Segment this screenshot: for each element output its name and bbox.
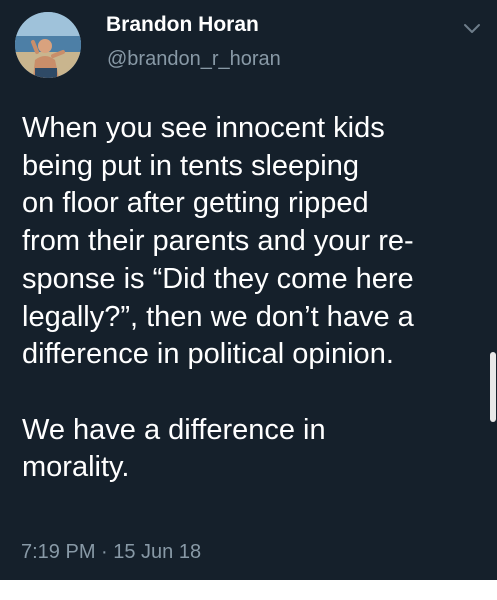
tweet-text-line: from their parents and your re- (22, 225, 414, 258)
tweet-text-line: When you see innocent kids (22, 112, 385, 144)
avatar-photo-icon (15, 12, 81, 78)
display-name[interactable]: Brandon Horan (106, 13, 259, 37)
tweet-text-line: We have a difference in (22, 413, 326, 446)
avatar[interactable] (15, 12, 81, 78)
page: Brandon Horan @brandon_r_horan When you … (0, 0, 497, 600)
tweet-text-line: legally?”, then we don’t have a (22, 300, 414, 333)
scrollbar[interactable] (490, 352, 496, 422)
chevron-down-icon[interactable] (463, 22, 481, 34)
tweet-text: When you see innocent kids being put in … (22, 110, 482, 487)
tweet-text-line: morality. (22, 451, 130, 484)
tweet-text-line: difference in political opinion. (22, 338, 394, 371)
tweet-card: Brandon Horan @brandon_r_horan When you … (0, 0, 497, 580)
tweet-text-line: on floor after getting ripped (22, 187, 369, 220)
tweet-timestamp[interactable]: 7:19 PM · 15 Jun 18 (21, 541, 201, 564)
user-handle[interactable]: @brandon_r_horan (107, 48, 281, 71)
tweet-text-line: sponse is “Did they come here (22, 262, 414, 295)
tweet-text-line: being put in tents sleeping (22, 149, 359, 182)
